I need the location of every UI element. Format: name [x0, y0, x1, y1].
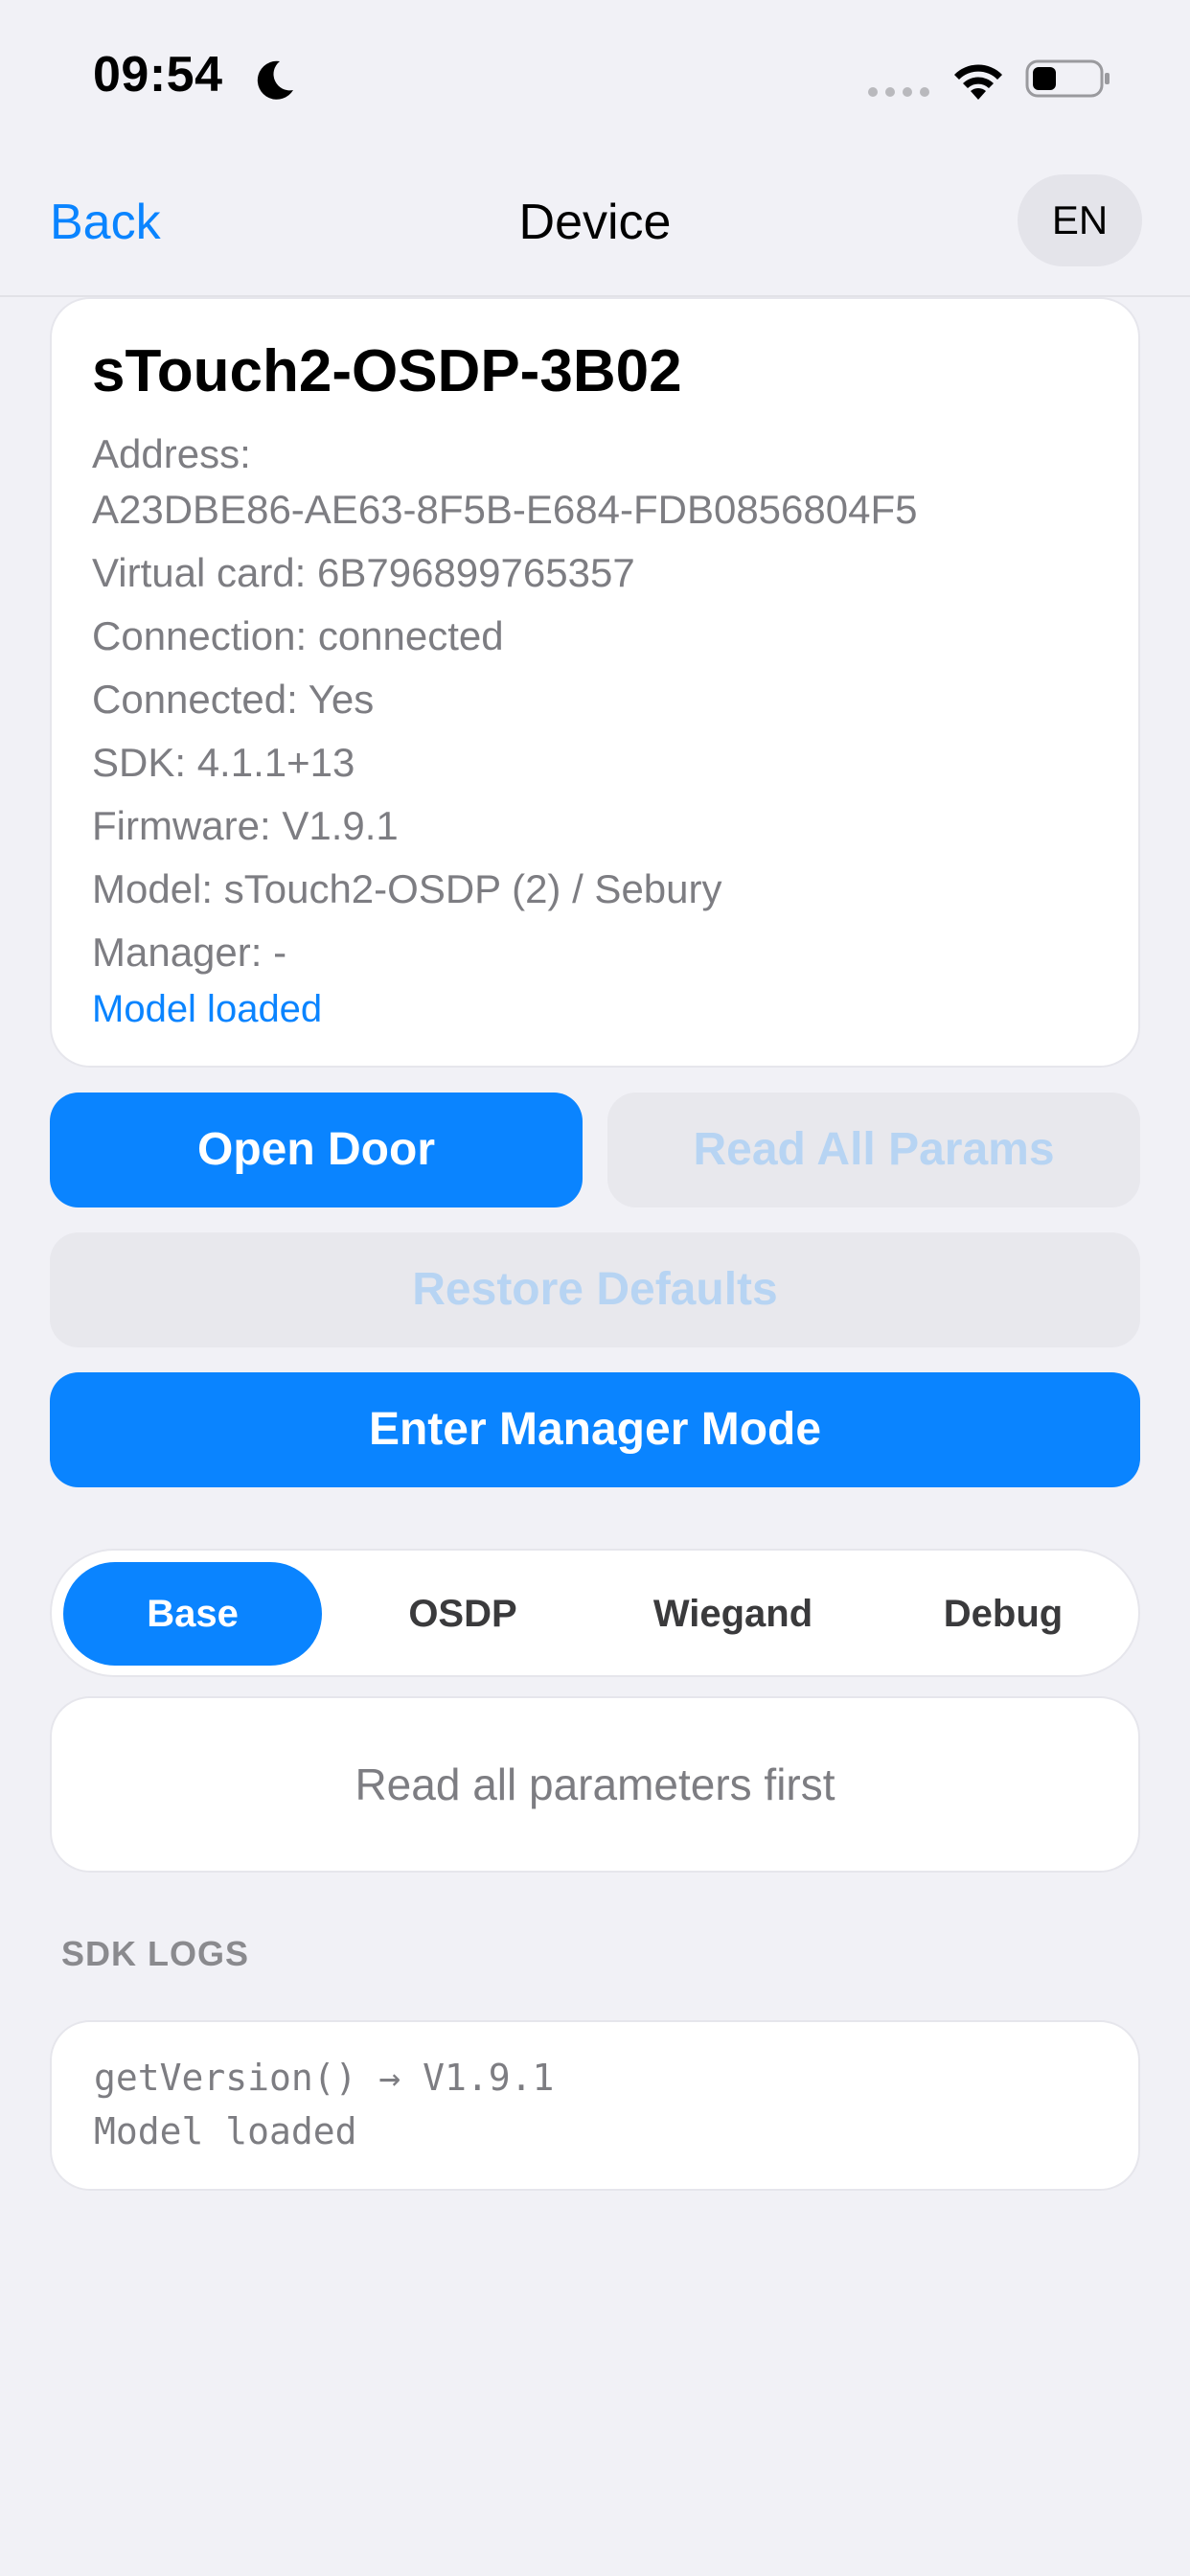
param-tabs: Base OSDP Wiegand Debug — [50, 1549, 1140, 1677]
tab-wiegand[interactable]: Wiegand — [604, 1562, 862, 1666]
virtual-card: Virtual card: 6B796899765357 — [92, 550, 635, 595]
enter-manager-mode-button[interactable]: Enter Manager Mode — [50, 1372, 1140, 1487]
tab-base[interactable]: Base — [63, 1562, 322, 1666]
status-time: 09:54 — [93, 47, 223, 103]
device-address: Address: A23DBE86-AE63-8F5B-E684-FDB0856… — [92, 426, 1098, 538]
device-name: sTouch2-OSDP-3B02 — [92, 338, 682, 404]
read-all-params-button[interactable]: Read All Params — [607, 1092, 1140, 1208]
address-label: Address: — [92, 431, 251, 476]
device-model: Model: sTouch2-OSDP (2) / Sebury — [92, 866, 722, 911]
connected-status: Connected: Yes — [92, 677, 375, 722]
sdk-logs-header: SDK LOGS — [61, 1934, 250, 1973]
address-value: A23DBE86-AE63-8F5B-E684-FDB0856804F5 — [92, 487, 918, 532]
tab-osdp[interactable]: OSDP — [333, 1562, 592, 1666]
open-door-button[interactable]: Open Door — [50, 1092, 583, 1208]
device-screen: 09:54 Back Device EN sTouch2-OSDP-3B02 A… — [0, 0, 1190, 2576]
sdk-logs-card: getVersion() → V1.9.1 Model loaded — [50, 2020, 1140, 2191]
battery-icon — [1025, 59, 1110, 98]
sdk-version: SDK: 4.1.1+13 — [92, 740, 355, 785]
log-line: Model loaded — [94, 2110, 357, 2152]
manager-status: Manager: - — [92, 930, 287, 975]
status-bar: 09:54 — [0, 0, 1190, 153]
tab-debug[interactable]: Debug — [874, 1562, 1133, 1666]
cellular-signal-icon — [868, 87, 929, 97]
params-placeholder: Read all parameters first — [50, 1696, 1140, 1873]
firmware-version: Firmware: V1.9.1 — [92, 803, 399, 848]
connection-status: Connection: connected — [92, 613, 504, 658]
restore-defaults-button[interactable]: Restore Defaults — [50, 1232, 1140, 1347]
wifi-icon — [954, 64, 1002, 100]
log-line: getVersion() → V1.9.1 — [94, 2057, 555, 2099]
navigation-bar: Back Device EN — [0, 153, 1190, 297]
moon-icon — [257, 60, 293, 100]
page-title: Device — [518, 195, 672, 250]
device-info-card: sTouch2-OSDP-3B02 Address: A23DBE86-AE63… — [50, 297, 1140, 1068]
language-button[interactable]: EN — [1018, 174, 1142, 266]
model-status: Model loaded — [92, 988, 323, 1030]
